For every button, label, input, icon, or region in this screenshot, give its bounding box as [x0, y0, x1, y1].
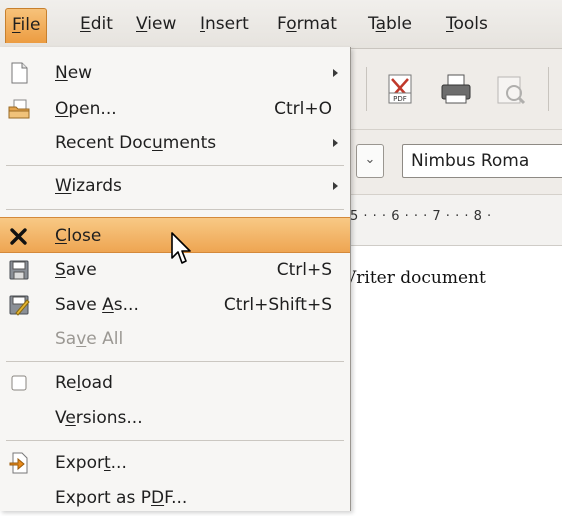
save-floppy-icon: [8, 259, 30, 281]
menu-item-versions[interactable]: Versions...: [0, 400, 350, 436]
submenu-arrow-icon: [333, 139, 338, 147]
horizontal-ruler: 5 · · · 6 · · · 7 · · · 8 ·: [350, 195, 562, 246]
standard-toolbar: PDF: [350, 49, 562, 130]
shortcut-label: Ctrl+O: [274, 99, 332, 119]
menu-item-wizards[interactable]: Wizards: [0, 168, 350, 204]
printer-icon: [441, 74, 471, 104]
toolbar-separator: [548, 67, 549, 111]
menu-separator: [6, 440, 344, 441]
page-preview-icon: [497, 76, 526, 105]
menu-separator: [6, 165, 344, 166]
open-folder-icon: [8, 98, 30, 120]
menu-separator: [6, 209, 344, 210]
new-document-icon: [8, 62, 30, 84]
file-menu-dropdown: New Open... Ctrl+O Recent Documents Wiza…: [0, 47, 351, 511]
document-text: Vriter document: [344, 268, 486, 288]
menu-item-new[interactable]: New: [0, 55, 350, 91]
menu-item-open[interactable]: Open... Ctrl+O: [0, 91, 350, 127]
export-pdf-button[interactable]: PDF: [380, 69, 420, 109]
reload-checkbox-icon: [8, 372, 30, 394]
ruler-ticks: 5 · · · 6 · · · 7 · · · 8 ·: [350, 209, 492, 224]
menu-format[interactable]: Format: [271, 8, 343, 40]
paragraph-style-dropdown[interactable]: ⌄: [356, 144, 384, 178]
menu-table[interactable]: Table: [362, 8, 418, 40]
export-icon: [8, 452, 30, 474]
formatting-toolbar: ⌄ Nimbus Roma: [350, 130, 562, 195]
menu-item-save-all: Save All: [55, 329, 124, 349]
menu-tools[interactable]: Tools: [440, 8, 494, 40]
submenu-arrow-icon: [333, 69, 338, 77]
mouse-pointer-icon: [171, 232, 191, 264]
menu-edit[interactable]: Edit: [74, 8, 119, 40]
menu-insert[interactable]: Insert: [194, 8, 255, 40]
menu-view[interactable]: View: [130, 8, 182, 40]
print-button[interactable]: [436, 69, 476, 109]
close-x-icon: [8, 225, 30, 247]
pdf-icon-label: PDF: [393, 95, 407, 103]
menu-item-reload[interactable]: Reload: [0, 365, 350, 401]
shortcut-label: Ctrl+Shift+S: [223, 295, 332, 315]
pdf-icon: PDF: [388, 74, 412, 104]
font-name-box[interactable]: Nimbus Roma: [402, 144, 562, 178]
menu-file[interactable]: File: [5, 8, 48, 43]
save-as-icon: [8, 294, 30, 316]
menu-separator: [6, 361, 344, 362]
page-preview-button[interactable]: [490, 69, 530, 109]
menu-item-save-as[interactable]: Save As... Ctrl+Shift+S: [0, 287, 350, 323]
toolbar-separator: [366, 67, 367, 111]
menu-item-export[interactable]: Export...: [0, 445, 350, 481]
submenu-arrow-icon: [333, 182, 338, 190]
menubar: File Edit View Insert Format Table Tools: [0, 0, 562, 49]
shortcut-label: Ctrl+S: [276, 260, 332, 280]
menu-item-recent-documents[interactable]: Recent Documents: [0, 125, 350, 161]
document-page[interactable]: Vriter document: [344, 246, 562, 511]
